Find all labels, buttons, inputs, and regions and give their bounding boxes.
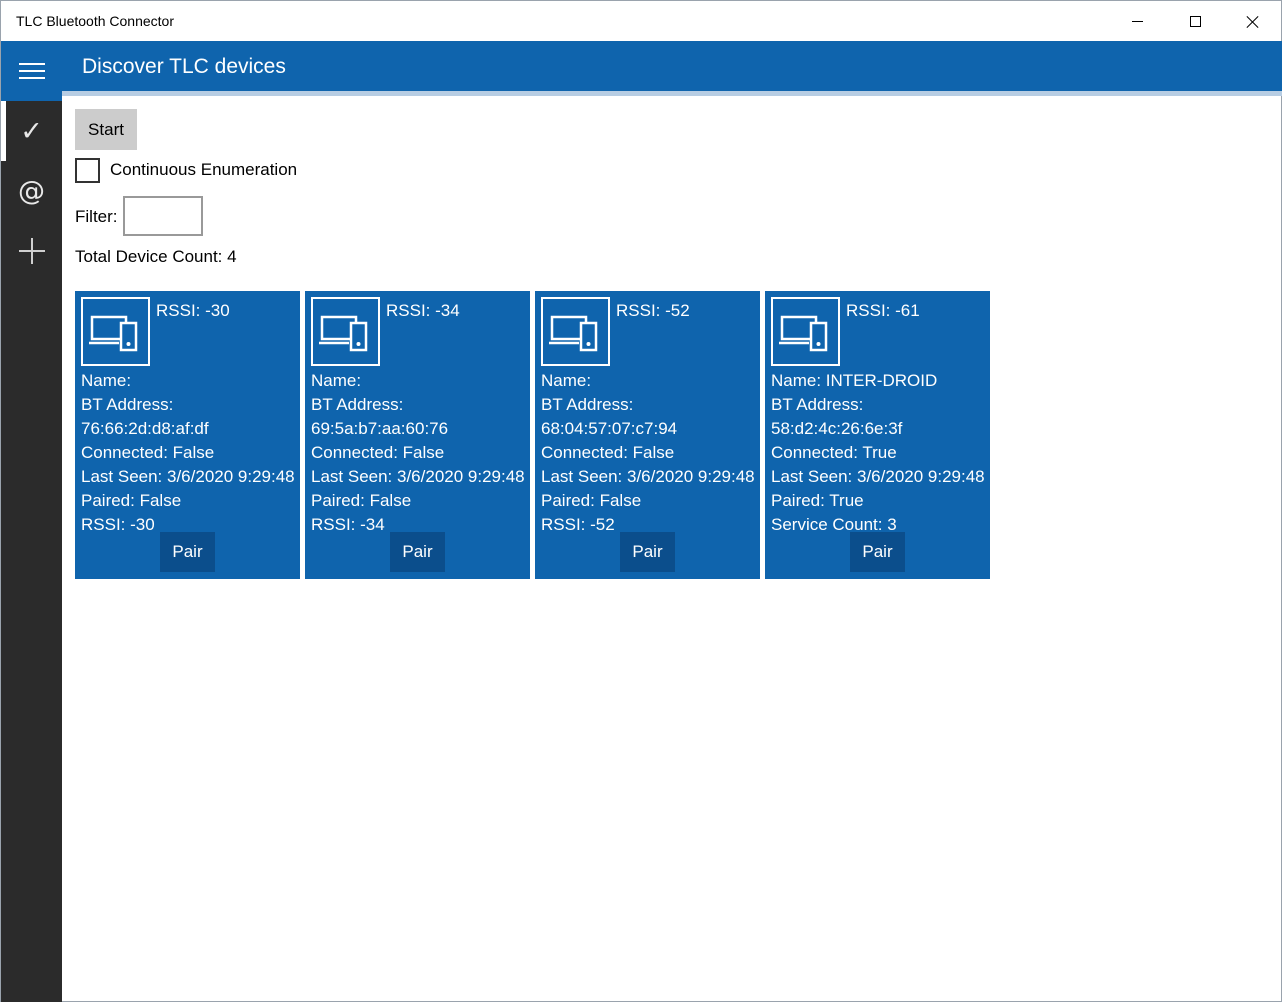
page-title: Discover TLC devices <box>82 55 286 78</box>
rssi-header: RSSI: -61 <box>846 301 920 320</box>
filter-label: Filter: <box>75 207 118 226</box>
device-card: RSSI: -52 Name: BT Address: 68:04:57:07:… <box>535 291 760 579</box>
last-seen: Last Seen: 3/6/2020 9:29:48 <box>771 467 985 486</box>
bt-address-value: 76:66:2d:d8:af:df <box>81 419 209 438</box>
connected-status: Connected: False <box>311 443 445 462</box>
hamburger-icon-line <box>18 70 45 72</box>
sidebar-item-discover[interactable]: ✓ <box>1 101 62 161</box>
continuous-enumeration-checkbox[interactable] <box>75 157 100 183</box>
minimize-icon <box>1132 20 1143 22</box>
connected-status: Connected: True <box>771 443 897 462</box>
bt-address-label: BT Address: <box>771 395 864 414</box>
rssi-header: RSSI: -52 <box>616 301 690 320</box>
pair-button[interactable]: Pair <box>160 532 215 572</box>
paired-status: Paired: False <box>541 491 642 510</box>
sidebar-item-add[interactable] <box>1 221 62 281</box>
device-name: Name: <box>311 371 362 390</box>
filter-input[interactable] <box>123 196 203 236</box>
device-details: Name: BT Address: 68:04:57:07:c7:94 Conn… <box>541 369 755 537</box>
title-bar[interactable]: TLC Bluetooth Connector <box>1 1 1281 41</box>
at-sign-icon: @ <box>18 175 45 207</box>
connected-status: Connected: False <box>81 443 215 462</box>
device-name: Name: <box>541 371 592 390</box>
close-button[interactable] <box>1224 1 1281 41</box>
last-seen: Last Seen: 3/6/2020 9:29:48 <box>541 467 755 486</box>
maximize-button[interactable] <box>1167 1 1224 41</box>
bt-address-label: BT Address: <box>311 395 404 414</box>
device-details: Name: INTER-DROID BT Address: 58:d2:4c:2… <box>771 369 985 537</box>
bt-address-value: 68:04:57:07:c7:94 <box>541 419 678 438</box>
sidebar: ✓ @ <box>1 101 62 1002</box>
hamburger-menu-button[interactable] <box>1 41 62 101</box>
paired-status: Paired: False <box>81 491 182 510</box>
maximize-icon <box>1190 15 1201 27</box>
devices-icon <box>771 297 840 366</box>
last-seen: Last Seen: 3/6/2020 9:29:48 <box>311 467 525 486</box>
device-count: Total Device Count: 4 <box>75 247 237 266</box>
window-title: TLC Bluetooth Connector <box>16 13 174 29</box>
continuous-enumeration-label: Continuous Enumeration <box>110 160 298 179</box>
bt-address-value: 69:5a:b7:aa:60:76 <box>311 419 449 438</box>
minimize-button[interactable] <box>1109 1 1166 41</box>
header-divider <box>62 91 1282 96</box>
hamburger-icon-line <box>18 63 45 65</box>
pair-button[interactable]: Pair <box>620 532 675 572</box>
connected-status: Connected: False <box>541 443 675 462</box>
devices-icon <box>311 297 380 366</box>
device-card: RSSI: -34 Name: BT Address: 69:5a:b7:aa:… <box>305 291 530 579</box>
rssi-header: RSSI: -34 <box>386 301 460 320</box>
devices-icon <box>81 297 150 366</box>
app-window: TLC Bluetooth Connector Discover TLC dev… <box>0 0 1282 1002</box>
continuous-enumeration-option[interactable]: Continuous Enumeration <box>75 157 297 183</box>
pair-button[interactable]: Pair <box>390 532 445 572</box>
sidebar-item-at[interactable]: @ <box>1 161 62 221</box>
paired-status: Paired: False <box>311 491 412 510</box>
bt-address-label: BT Address: <box>541 395 634 414</box>
device-card: RSSI: -30 Name: BT Address: 76:66:2d:d8:… <box>75 291 300 579</box>
pair-button[interactable]: Pair <box>850 532 905 572</box>
start-button[interactable]: Start <box>75 109 137 150</box>
device-details: Name: BT Address: 76:66:2d:d8:af:df Conn… <box>81 369 295 537</box>
checkmark-icon: ✓ <box>20 115 43 147</box>
rssi-header: RSSI: -30 <box>156 301 230 320</box>
device-card: RSSI: -61 Name: INTER-DROID BT Address: … <box>765 291 990 579</box>
devices-icon <box>541 297 610 366</box>
device-name: Name: <box>81 371 132 390</box>
close-icon <box>1246 15 1259 28</box>
device-name: Name: INTER-DROID <box>771 371 938 390</box>
last-seen: Last Seen: 3/6/2020 9:29:48 <box>81 467 295 486</box>
device-details: Name: BT Address: 69:5a:b7:aa:60:76 Conn… <box>311 369 525 537</box>
hamburger-icon-line <box>18 77 45 79</box>
plus-icon <box>18 238 45 264</box>
bt-address-value: 58:d2:4c:26:6e:3f <box>771 419 903 438</box>
paired-status: Paired: True <box>771 491 864 510</box>
bt-address-label: BT Address: <box>81 395 174 414</box>
